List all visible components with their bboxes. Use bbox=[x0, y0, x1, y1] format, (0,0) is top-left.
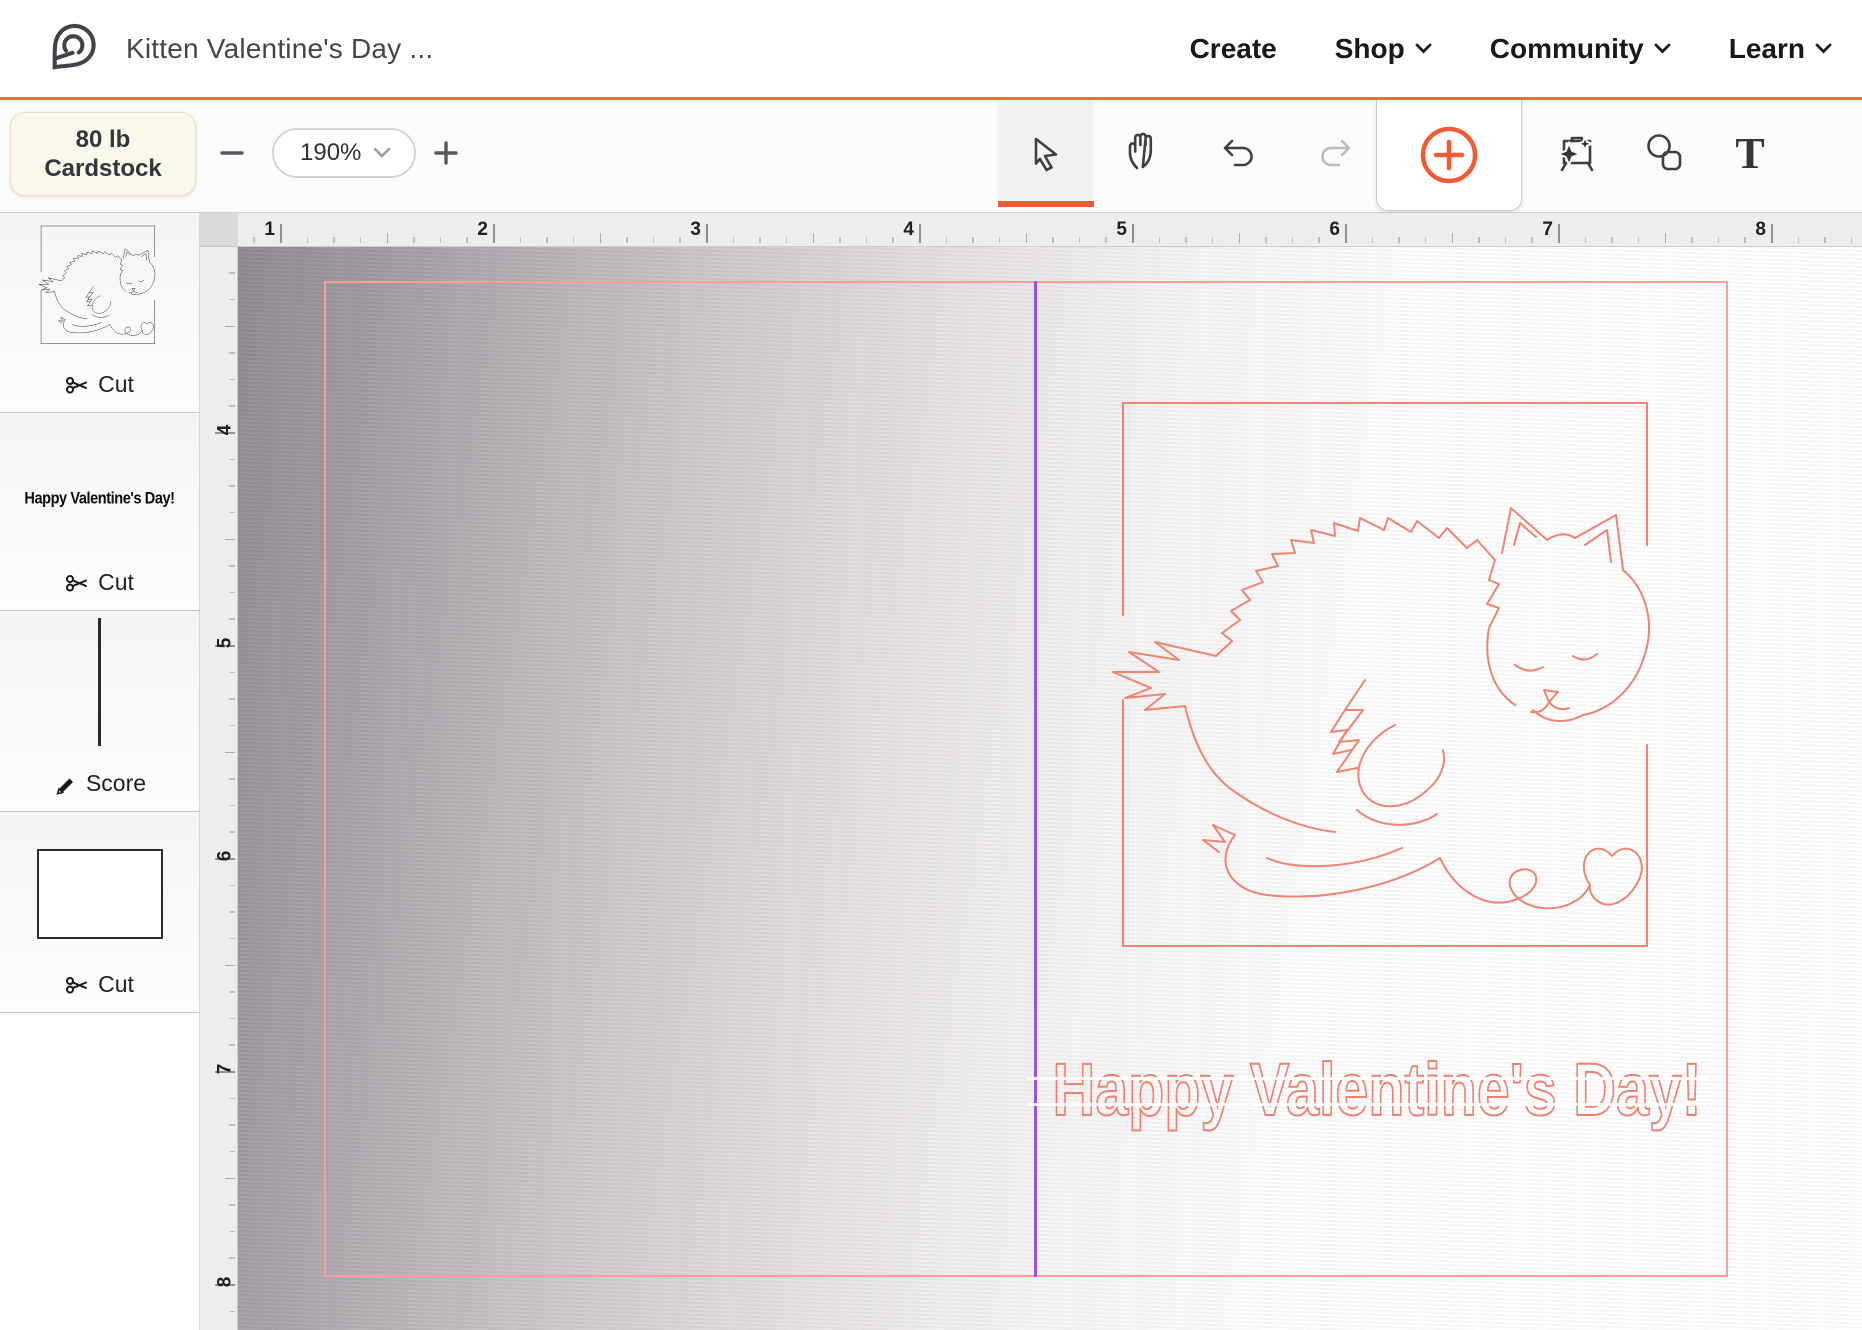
document-title[interactable]: Kitten Valentine's Day ... bbox=[126, 33, 433, 65]
material-button[interactable]: 80 lb Cardstock bbox=[10, 112, 196, 196]
material-line2: Cardstock bbox=[44, 154, 161, 183]
score-line-thumbnail bbox=[98, 618, 101, 746]
serif-T-icon: T bbox=[1735, 128, 1764, 179]
text-thumbnail: Happy Valentine's Day! bbox=[24, 490, 174, 508]
chevron-down-icon bbox=[373, 147, 391, 159]
fold-score-line[interactable] bbox=[1034, 281, 1037, 1277]
ruler-corner bbox=[200, 213, 238, 247]
chevron-down-icon bbox=[1815, 43, 1832, 54]
scissors-icon bbox=[65, 373, 89, 397]
scissors-icon bbox=[65, 571, 89, 595]
plus-circle-icon bbox=[1418, 124, 1480, 186]
hand-icon bbox=[1123, 130, 1169, 176]
nav-item-learn[interactable]: Learn bbox=[1729, 33, 1832, 65]
nav-item-community[interactable]: Community bbox=[1490, 33, 1671, 65]
toolbar: 80 lb Cardstock 190% bbox=[0, 100, 1862, 213]
circle-square-shapes-icon bbox=[1640, 129, 1688, 177]
undo-button[interactable] bbox=[1192, 100, 1288, 206]
redo-button[interactable] bbox=[1286, 100, 1382, 206]
step-action: Cut bbox=[65, 569, 134, 596]
redo-icon bbox=[1311, 130, 1357, 176]
step-action: Cut bbox=[65, 371, 134, 398]
chevron-down-icon bbox=[1654, 43, 1671, 54]
add-artwork-button[interactable] bbox=[1376, 100, 1522, 211]
sidebar-step-cut-rect[interactable]: Cut bbox=[0, 812, 199, 1013]
app-header: Kitten Valentine's Day ... Create Shop C… bbox=[0, 0, 1862, 100]
design-canvas[interactable]: Happy Valentine's Day! bbox=[238, 247, 1862, 1330]
kitten-cut-art[interactable] bbox=[1095, 380, 1695, 980]
glowforge-logo-icon[interactable] bbox=[42, 20, 100, 78]
nav-item-shop[interactable]: Shop bbox=[1335, 33, 1432, 65]
sidebar-step-cut-kitten[interactable]: Cut bbox=[0, 213, 199, 413]
shapes-tool-button[interactable] bbox=[1616, 100, 1712, 206]
zoom-level-value: 190% bbox=[300, 139, 361, 167]
main-nav: Create Shop Community Learn bbox=[1190, 0, 1832, 97]
kitten-thumbnail bbox=[35, 221, 165, 351]
greeting-cut-text[interactable]: Happy Valentine's Day! bbox=[1052, 1047, 1701, 1132]
easel-sparkles-icon bbox=[1552, 129, 1600, 177]
stencil-gap bbox=[1028, 1077, 1708, 1080]
vertical-ruler: 45678 bbox=[200, 247, 238, 1330]
magic-canvas-tool-button[interactable] bbox=[1528, 100, 1624, 206]
sidebar-step-score-line[interactable]: Score bbox=[0, 611, 199, 812]
step-action: Cut bbox=[65, 971, 134, 998]
sidebar-step-cut-text[interactable]: Happy Valentine's Day! Cut bbox=[0, 413, 199, 611]
stencil-gap bbox=[1028, 1103, 1708, 1106]
nav-item-create[interactable]: Create bbox=[1190, 33, 1277, 65]
pan-tool-button[interactable] bbox=[1098, 100, 1194, 206]
undo-icon bbox=[1217, 130, 1263, 176]
zoom-out-button[interactable] bbox=[212, 130, 252, 176]
step-action: Score bbox=[53, 770, 146, 797]
zoom-level-dropdown[interactable]: 190% bbox=[272, 128, 416, 178]
select-tool-button[interactable] bbox=[998, 100, 1094, 206]
app-window: Kitten Valentine's Day ... Create Shop C… bbox=[0, 0, 1862, 1330]
horizontal-ruler: 12345678 bbox=[238, 213, 1862, 247]
steps-sidebar: Cut Happy Valentine's Day! Cut Score Cut bbox=[0, 213, 200, 1330]
text-tool-button[interactable]: T bbox=[1702, 100, 1798, 206]
cursor-arrow-icon bbox=[1023, 130, 1069, 176]
scissors-icon bbox=[65, 973, 89, 997]
zoom-in-button[interactable] bbox=[426, 130, 466, 176]
pencil-icon bbox=[53, 772, 77, 796]
material-line1: 80 lb bbox=[76, 125, 131, 154]
chevron-down-icon bbox=[1415, 43, 1432, 54]
rectangle-thumbnail bbox=[37, 849, 163, 939]
